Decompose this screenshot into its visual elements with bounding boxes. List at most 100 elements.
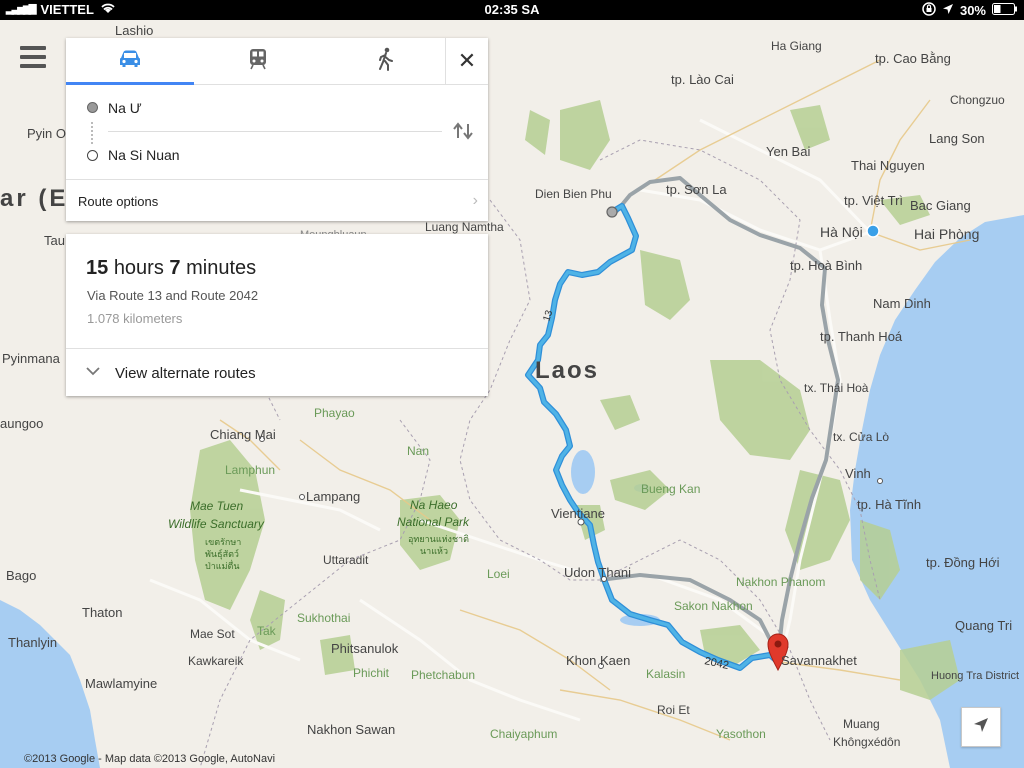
- label-savannakhet: Savannakhet: [781, 653, 857, 668]
- route-options-label: Route options: [78, 194, 159, 209]
- close-icon: ✕: [457, 48, 477, 73]
- label-chaiyaphum: Chaiyaphum: [490, 727, 557, 741]
- label-son-la: tp. Sơn La: [666, 182, 727, 197]
- route-start-marker: [606, 206, 618, 218]
- label-sakon-nakhon: Sakon Nakhon: [674, 599, 753, 613]
- route-options-button[interactable]: Route options ›: [66, 179, 488, 222]
- label-khon-kaen: Khon Kaen: [566, 653, 630, 668]
- label-ha-noi: Hà Nội: [820, 224, 863, 240]
- label-thai-3: ป่าแม่ตื่น: [205, 559, 240, 571]
- tab-driving[interactable]: [66, 38, 194, 85]
- label-phetchabun: Phetchabun: [411, 668, 475, 682]
- directions-panel: ✕ Na Ư Na Si Nuan Route options ›: [66, 38, 488, 221]
- label-hoa-binh: tp. Hoà Bình: [790, 258, 862, 273]
- chevron-right-icon: ›: [472, 192, 478, 209]
- label-cua-lo: tx. Cửa Lò: [833, 430, 889, 444]
- label-huong-tra: Huong Tra District: [931, 670, 1019, 682]
- label-thai-2: พันธุ์สัตว์: [205, 548, 239, 560]
- label-thanlyin: Thanlyin: [8, 635, 57, 650]
- car-icon: [117, 49, 143, 74]
- label-bueng-kan: Bueng Kan: [641, 482, 700, 496]
- chevron-down-icon: [86, 363, 100, 380]
- location-services-icon: [942, 3, 954, 18]
- destination-dot-icon: [87, 150, 98, 161]
- label-uttaradit: Uttaradit: [323, 553, 369, 567]
- label-lamphun: Lamphun: [225, 463, 275, 477]
- travel-mode-tabs: ✕: [66, 38, 488, 85]
- label-muang: Muang: [843, 717, 880, 731]
- label-mae-tuen-2: Wildlife Sanctuary: [168, 517, 265, 531]
- label-thanh-hoa: tp. Thanh Hoá: [820, 329, 903, 344]
- close-button[interactable]: ✕: [445, 38, 488, 84]
- label-lampang: Lampang: [306, 489, 360, 504]
- label-na-haeo-1: Na Haeo: [410, 498, 458, 512]
- label-vientiane: Vientiane: [551, 506, 605, 521]
- field-divider: [108, 131, 442, 132]
- tab-walking[interactable]: [322, 38, 450, 84]
- duration-hours: 15: [86, 257, 109, 279]
- label-yasothon: Yasothon: [716, 727, 766, 741]
- swap-icon: [452, 122, 474, 144]
- train-icon: [248, 48, 268, 75]
- label-nan: Nan: [407, 444, 429, 458]
- label-cao-bang: tp. Cao Bằng: [875, 51, 951, 66]
- label-thaton: Thaton: [82, 605, 122, 620]
- label-roi-et: Roi Et: [657, 703, 690, 717]
- menu-icon[interactable]: [20, 46, 46, 70]
- tab-transit[interactable]: [194, 38, 322, 84]
- swap-button[interactable]: [452, 122, 474, 142]
- route-connector: [91, 122, 93, 144]
- origin-dot-icon: [87, 102, 98, 113]
- label-ha-tinh: tp. Hà Tĩnh: [857, 497, 921, 512]
- alternate-routes-label: View alternate routes: [115, 365, 256, 382]
- route-via: Via Route 13 and Route 2042: [87, 288, 259, 303]
- label-mawlamyine: Mawlamyine: [85, 676, 157, 691]
- label-vinh: Vinh: [845, 466, 871, 481]
- alternate-routes-button[interactable]: View alternate routes: [66, 348, 488, 397]
- route-distance: 1.078 kilometers: [87, 311, 183, 326]
- label-nakhon-phanom: Nakhon Phanom: [736, 575, 825, 589]
- label-yen-bai: Yen Bai: [766, 144, 810, 159]
- label-country-laos: Laos: [535, 357, 599, 384]
- label-taunggoo: aungoo: [0, 416, 43, 431]
- walking-icon: [377, 47, 395, 76]
- label-lang-son: Lang Son: [929, 131, 985, 146]
- label-luang-namtha: Luang Namtha: [425, 220, 504, 234]
- destination-field[interactable]: Na Si Nuan: [108, 147, 444, 163]
- origin-field[interactable]: Na Ư: [108, 100, 444, 116]
- battery-icon: [992, 3, 1018, 18]
- label-tau: Tau: [44, 233, 65, 248]
- label-dong-hoi: tp. Đồng Hới: [926, 555, 1000, 570]
- status-time: 02:35 SA: [484, 2, 540, 17]
- route-duration: 15 hours 7 minutes: [86, 257, 256, 280]
- label-thai-4: อุทยานแห่งชาติ: [408, 534, 469, 545]
- label-hai-phong: Hai Phòng: [914, 226, 979, 242]
- label-thai-5: นาแห้ว: [420, 546, 448, 556]
- label-na-haeo-2: National Park: [397, 515, 470, 529]
- label-dien-bien-phu: Dien Bien Phu: [535, 187, 612, 201]
- duration-minutes-unit: minutes: [186, 257, 257, 279]
- label-nam-dinh: Nam Dinh: [873, 296, 931, 311]
- label-udon-thani: Udon Thani: [564, 565, 631, 580]
- battery-percent: 30%: [959, 3, 986, 18]
- label-thai-1: เขตรักษา: [205, 537, 241, 547]
- label-thai-hoa: tx. Thái Hoà: [804, 381, 869, 395]
- label-mae-sot: Mae Sot: [190, 627, 235, 641]
- status-bar: ▂▃▅▆▇ VIETTEL 02:35 SA 30%: [0, 0, 1024, 20]
- label-pyinmana: Pyinmana: [2, 351, 61, 366]
- label-kawkareik: Kawkareik: [188, 654, 244, 668]
- label-quang-tri: Quang Tri: [955, 618, 1012, 633]
- label-chiang-mai: Chiang Mai: [210, 427, 276, 442]
- route-summary-panel[interactable]: 15 hours 7 minutes Via Route 13 and Rout…: [66, 234, 488, 396]
- label-loei: Loei: [487, 567, 510, 581]
- label-phayao: Phayao: [314, 406, 355, 420]
- my-location-button[interactable]: [961, 707, 1001, 747]
- duration-minutes: 7: [169, 257, 181, 279]
- label-kalasin: Kalasin: [646, 667, 685, 681]
- my-location-dot: [866, 224, 880, 238]
- label-ha-giang: Ha Giang: [771, 39, 822, 53]
- label-nakhon-sawan: Nakhon Sawan: [307, 722, 395, 737]
- rotation-lock-icon: [922, 2, 936, 19]
- label-phichit: Phichit: [353, 666, 390, 680]
- label-sukhothai: Sukhothai: [297, 611, 350, 625]
